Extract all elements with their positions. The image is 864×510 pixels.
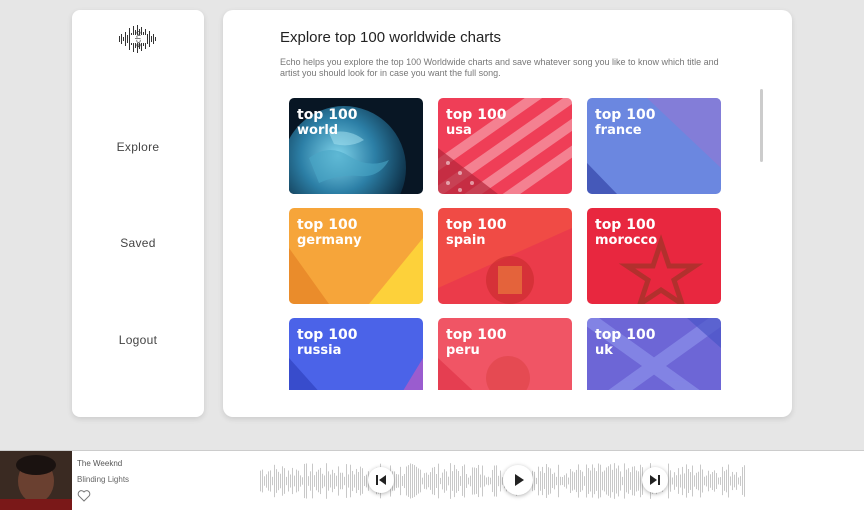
card-france-title: top 100 <box>595 107 656 123</box>
card-morocco-country: morocco <box>595 233 658 248</box>
card-germany-title: top 100 <box>297 217 358 233</box>
page-title: Explore top 100 worldwide charts <box>280 29 501 46</box>
card-uk-country: uk <box>595 343 613 358</box>
card-russia[interactable]: top 100 russia <box>289 318 423 390</box>
scrollbar[interactable] <box>760 89 763 162</box>
player-bar: The Weeknd Blinding Lights <box>0 450 864 510</box>
play-icon <box>515 474 524 486</box>
card-uk[interactable]: top 100 uk <box>587 318 721 390</box>
track-title: Blinding Lights <box>77 475 130 484</box>
album-cover[interactable] <box>0 451 72 510</box>
card-spain[interactable]: top 100 spain <box>438 208 572 304</box>
card-peru-title: top 100 <box>446 327 507 343</box>
card-world[interactable]: top 100 world <box>289 98 423 194</box>
card-world-title: top 100 <box>297 107 358 123</box>
card-peru[interactable]: top 100 peru <box>438 318 572 390</box>
card-spain-country: spain <box>446 233 486 248</box>
logo-text: echo <box>135 31 143 48</box>
card-usa-title: top 100 <box>446 107 507 123</box>
card-morocco-title: top 100 <box>595 217 656 233</box>
nav-saved[interactable]: Saved <box>72 236 204 250</box>
card-russia-title: top 100 <box>297 327 358 343</box>
previous-button[interactable] <box>368 467 394 493</box>
main-panel: Explore top 100 worldwide charts Echo he… <box>223 10 792 417</box>
track-artist: The Weeknd <box>77 459 123 468</box>
page-description: Echo helps you explore the top 100 World… <box>280 57 719 78</box>
card-germany-country: germany <box>297 233 362 248</box>
card-germany[interactable]: top 100 germany <box>289 208 423 304</box>
play-button[interactable] <box>503 465 533 495</box>
card-world-country: world <box>297 123 339 138</box>
next-icon <box>650 475 660 485</box>
card-usa[interactable]: top 100 usa <box>438 98 572 194</box>
heart-icon[interactable] <box>77 489 91 503</box>
card-russia-country: russia <box>297 343 342 358</box>
next-button[interactable] <box>642 467 668 493</box>
card-france-country: france <box>595 123 642 138</box>
card-usa-country: usa <box>446 123 472 138</box>
charts-grid: top 100 world top 100 usa top 100 france… <box>289 98 729 390</box>
sidebar: echo Explore Saved Logout <box>72 10 204 417</box>
echo-logo[interactable]: echo <box>118 24 158 54</box>
nav-explore[interactable]: Explore <box>72 140 204 154</box>
card-uk-title: top 100 <box>595 327 656 343</box>
card-morocco[interactable]: top 100 morocco <box>587 208 721 304</box>
card-peru-country: peru <box>446 343 480 358</box>
nav-logout[interactable]: Logout <box>72 333 204 347</box>
previous-icon <box>376 475 386 485</box>
card-spain-title: top 100 <box>446 217 507 233</box>
card-france[interactable]: top 100 france <box>587 98 721 194</box>
